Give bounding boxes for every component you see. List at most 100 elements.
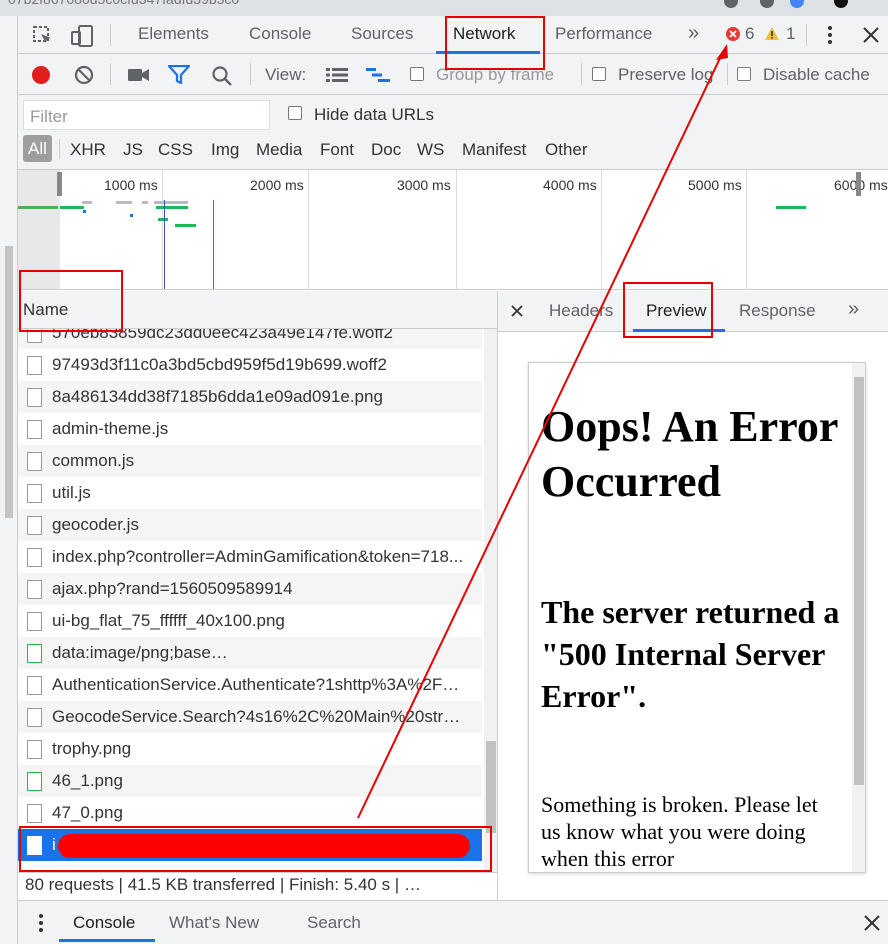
- tab-response[interactable]: Response: [739, 301, 816, 321]
- request-row[interactable]: 47_0.png: [18, 797, 482, 829]
- filter-bar: Filter Hide data URLs All XHR JS CSS Img…: [18, 95, 888, 170]
- avatar[interactable]: [834, 0, 848, 8]
- clear-icon[interactable]: [74, 65, 94, 90]
- timeline-bar: [116, 201, 132, 204]
- type-filter-media[interactable]: Media: [256, 140, 302, 160]
- dom-content-loaded-line: [164, 200, 165, 289]
- url-fragment: 07b2f867080d5c0cfd347fadfd39b5c0: [8, 0, 239, 7]
- drawer-tab-whats-new[interactable]: What's New: [169, 913, 259, 933]
- request-row[interactable]: geocoder.js: [18, 509, 482, 541]
- filter-icon[interactable]: [167, 64, 191, 90]
- timeline-bar: [130, 214, 133, 217]
- hide-data-urls-checkbox[interactable]: [288, 106, 302, 120]
- timeline-tick: 1000 ms: [104, 177, 158, 193]
- request-row[interactable]: trophy.png: [18, 733, 482, 765]
- data-image-icon: [27, 644, 42, 663]
- request-row[interactable]: 8a486134dd38f7185b6dda1e09ad091e.png: [18, 381, 482, 413]
- search-icon[interactable]: [211, 65, 233, 92]
- close-devtools-icon[interactable]: [861, 25, 881, 50]
- drawer-tab-console[interactable]: Console: [73, 913, 135, 933]
- network-status-bar: 80 requests | 41.5 KB transferred | Fini…: [18, 872, 498, 900]
- page-gutter: [0, 16, 18, 944]
- type-filter-other[interactable]: Other: [545, 140, 588, 160]
- inspect-element-icon[interactable]: [32, 25, 54, 52]
- request-row[interactable]: data:image/png;base…: [18, 637, 482, 669]
- warning-count[interactable]: 1: [786, 24, 795, 44]
- request-row[interactable]: ajax.php?rand=1560509589914: [18, 573, 482, 605]
- filter-input[interactable]: Filter: [23, 100, 270, 130]
- large-rows-icon[interactable]: [326, 67, 348, 88]
- timeline-right-handle[interactable]: [856, 172, 861, 196]
- type-filter-font[interactable]: Font: [320, 140, 354, 160]
- timeline-bar: [175, 224, 196, 227]
- drawer-tab-search[interactable]: Search: [307, 913, 361, 933]
- type-filter-xhr[interactable]: XHR: [70, 140, 106, 160]
- page-scrollbar[interactable]: [5, 246, 13, 518]
- request-row[interactable]: util.js: [18, 477, 482, 509]
- error-icon[interactable]: [725, 26, 741, 47]
- preview-frame[interactable]: Oops! An Error Occurred The server retur…: [528, 362, 866, 873]
- type-filter-js[interactable]: JS: [123, 140, 143, 160]
- screenshot-camera-icon[interactable]: [128, 67, 150, 88]
- bottom-drawer: Console What's New Search: [18, 900, 888, 944]
- timeline-tick: 2000 ms: [250, 177, 304, 193]
- device-toolbar-icon[interactable]: [70, 24, 94, 53]
- close-detail-icon[interactable]: [510, 303, 524, 323]
- request-row[interactable]: 46_1.png: [18, 765, 482, 797]
- error-subheading: The server returned a "500 Internal Serv…: [541, 594, 840, 714]
- timeline-bar: [158, 218, 168, 221]
- type-filter-img[interactable]: Img: [211, 140, 239, 160]
- annotation-box-preview: [623, 282, 713, 338]
- request-row[interactable]: ui-bg_flat_75_ffffff_40x100.png: [18, 605, 482, 637]
- type-filter-all[interactable]: All: [23, 135, 52, 162]
- network-overview-timeline[interactable]: 1000 ms 2000 ms 3000 ms 4000 ms 5000 ms …: [18, 170, 888, 290]
- type-filter-css[interactable]: CSS: [158, 140, 193, 160]
- tab-sources[interactable]: Sources: [351, 24, 413, 44]
- preserve-log-checkbox[interactable]: [592, 67, 606, 81]
- tab-elements[interactable]: Elements: [138, 24, 209, 44]
- annotation-box-selected-request: [19, 826, 492, 872]
- request-row[interactable]: 97493d3f11c0a3bd5cbd959f5d19b699.woff2: [18, 349, 482, 381]
- type-filter-ws[interactable]: WS: [417, 140, 444, 160]
- drawer-menu-icon[interactable]: [37, 913, 45, 938]
- timeline-bar: [776, 206, 806, 209]
- browser-top-strip: 07b2f867080d5c0cfd347fadfd39b5c0: [0, 0, 888, 16]
- kebab-menu-icon[interactable]: [822, 24, 838, 51]
- tab-console[interactable]: Console: [249, 24, 311, 44]
- script-file-icon: [27, 484, 42, 503]
- error-count[interactable]: 6: [745, 24, 754, 44]
- type-filter-doc[interactable]: Doc: [371, 140, 401, 160]
- preview-scrollbar[interactable]: [852, 363, 865, 872]
- request-row[interactable]: common.js: [18, 445, 482, 477]
- image-file-icon: [27, 804, 42, 823]
- group-by-frame-checkbox[interactable]: [410, 67, 424, 81]
- drawer-console-underline: [59, 939, 155, 942]
- warning-icon[interactable]: [764, 26, 780, 47]
- disable-cache-checkbox[interactable]: [737, 67, 751, 81]
- request-row[interactable]: AuthenticationService.Authenticate?1shtt…: [18, 669, 482, 701]
- hide-data-urls-label[interactable]: Hide data URLs: [314, 105, 434, 125]
- record-icon[interactable]: [31, 65, 51, 90]
- tab-performance[interactable]: Performance: [555, 24, 652, 44]
- timeline-tick: 3000 ms: [397, 177, 451, 193]
- tab-headers[interactable]: Headers: [549, 301, 613, 321]
- close-drawer-icon[interactable]: [863, 914, 881, 937]
- view-label: View:: [265, 65, 307, 84]
- more-detail-tabs-button[interactable]: »: [848, 298, 859, 321]
- waterfall-icon[interactable]: [366, 67, 390, 88]
- file-icon: [27, 580, 42, 599]
- load-event-line: [213, 200, 214, 289]
- script-file-icon: [27, 420, 42, 439]
- file-icon: [27, 548, 42, 567]
- disable-cache-label[interactable]: Disable cache: [763, 65, 870, 85]
- preserve-log-label[interactable]: Preserve log: [618, 65, 713, 85]
- request-row[interactable]: GeocodeService.Search?4s16%2C%20Main%20s…: [18, 701, 482, 733]
- image-file-icon: [27, 388, 42, 407]
- request-row[interactable]: admin-theme.js: [18, 413, 482, 445]
- more-tabs-button[interactable]: »: [688, 22, 699, 45]
- request-row[interactable]: index.php?controller=AdminGamification&t…: [18, 541, 482, 573]
- requests-scrollbar[interactable]: [484, 329, 497, 872]
- type-filter-manifest[interactable]: Manifest: [462, 140, 526, 160]
- timeline-left-handle[interactable]: [57, 172, 62, 196]
- request-row[interactable]: 570eb83859dc23dd0eec423a49e147fe.woff2: [18, 329, 482, 349]
